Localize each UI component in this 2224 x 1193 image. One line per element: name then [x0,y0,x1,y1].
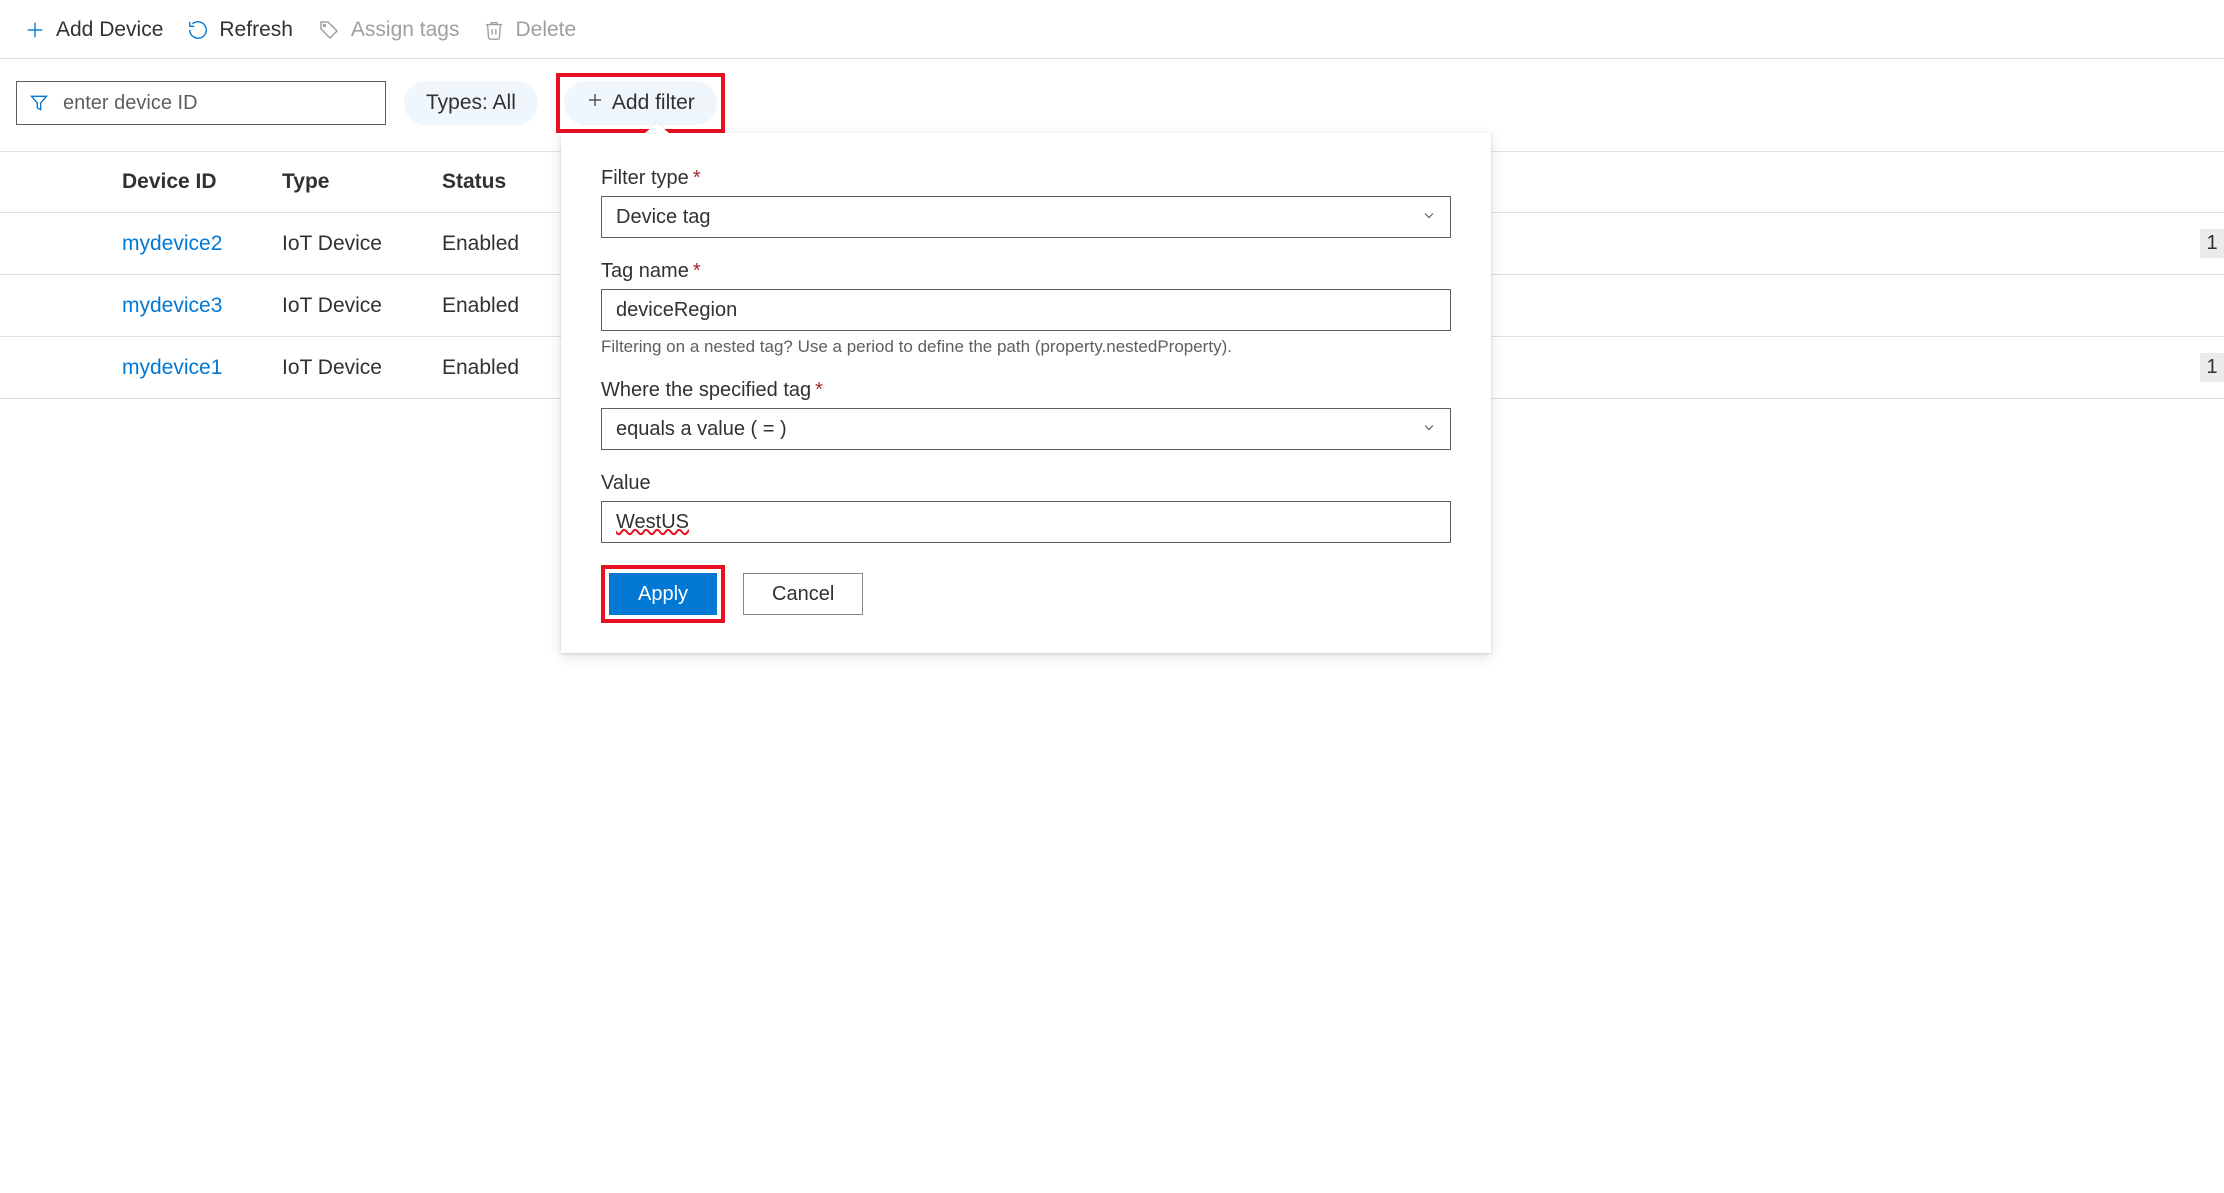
filter-bar: Types: All Add filter Filter type* Devic… [0,59,2224,151]
add-device-label: Add Device [56,18,163,42]
refresh-button[interactable]: Refresh [187,18,293,42]
assign-tags-button: Assign tags [317,18,460,42]
add-filter-button[interactable]: Add filter [564,81,717,125]
add-filter-highlight: Add filter [556,73,725,133]
device-type: IoT Device [282,356,442,380]
filter-type-value: Device tag [616,206,711,229]
cancel-button[interactable]: Cancel [743,573,863,615]
device-type: IoT Device [282,232,442,256]
device-id-link[interactable]: mydevice1 [122,356,282,380]
tag-name-label: Tag name* [601,260,1451,283]
trash-icon [483,19,505,41]
search-input[interactable] [63,92,373,115]
delete-button: Delete [483,18,576,42]
header-device-id[interactable]: Device ID [122,170,282,194]
value-input[interactable]: WestUS [601,501,1451,543]
apply-highlight: Apply [601,565,725,623]
plus-icon [586,91,604,115]
tag-name-input[interactable] [601,289,1451,331]
add-filter-label: Add filter [612,91,695,115]
types-filter-label: Types: All [426,91,516,115]
apply-button[interactable]: Apply [609,573,717,615]
device-id-link[interactable]: mydevice2 [122,232,282,256]
row-badge: 1 [2200,353,2224,382]
filter-icon [29,93,49,113]
search-box[interactable] [16,81,386,125]
filter-type-select[interactable]: Device tag [601,196,1451,238]
value-label: Value [601,472,1451,495]
refresh-icon [187,19,209,41]
where-value: equals a value ( = ) [616,418,787,441]
command-bar: Add Device Refresh Assign tags Delete [0,10,2224,59]
row-badge: 1 [2200,229,2224,258]
add-device-button[interactable]: Add Device [24,18,163,42]
filter-popup: Filter type* Device tag Tag name* Filter… [561,133,1491,653]
assign-tags-label: Assign tags [351,18,460,42]
refresh-label: Refresh [219,18,293,42]
tag-name-helper: Filtering on a nested tag? Use a period … [601,337,1451,357]
filter-type-label: Filter type* [601,167,1451,190]
value-text: WestUS [616,511,689,534]
where-select[interactable]: equals a value ( = ) [601,408,1451,450]
tag-icon [317,18,341,42]
where-label: Where the specified tag* [601,379,1451,402]
delete-label: Delete [515,18,576,42]
device-type: IoT Device [282,294,442,318]
header-type[interactable]: Type [282,170,442,194]
plus-icon [24,19,46,41]
device-id-link[interactable]: mydevice3 [122,294,282,318]
types-filter-pill[interactable]: Types: All [404,81,538,125]
